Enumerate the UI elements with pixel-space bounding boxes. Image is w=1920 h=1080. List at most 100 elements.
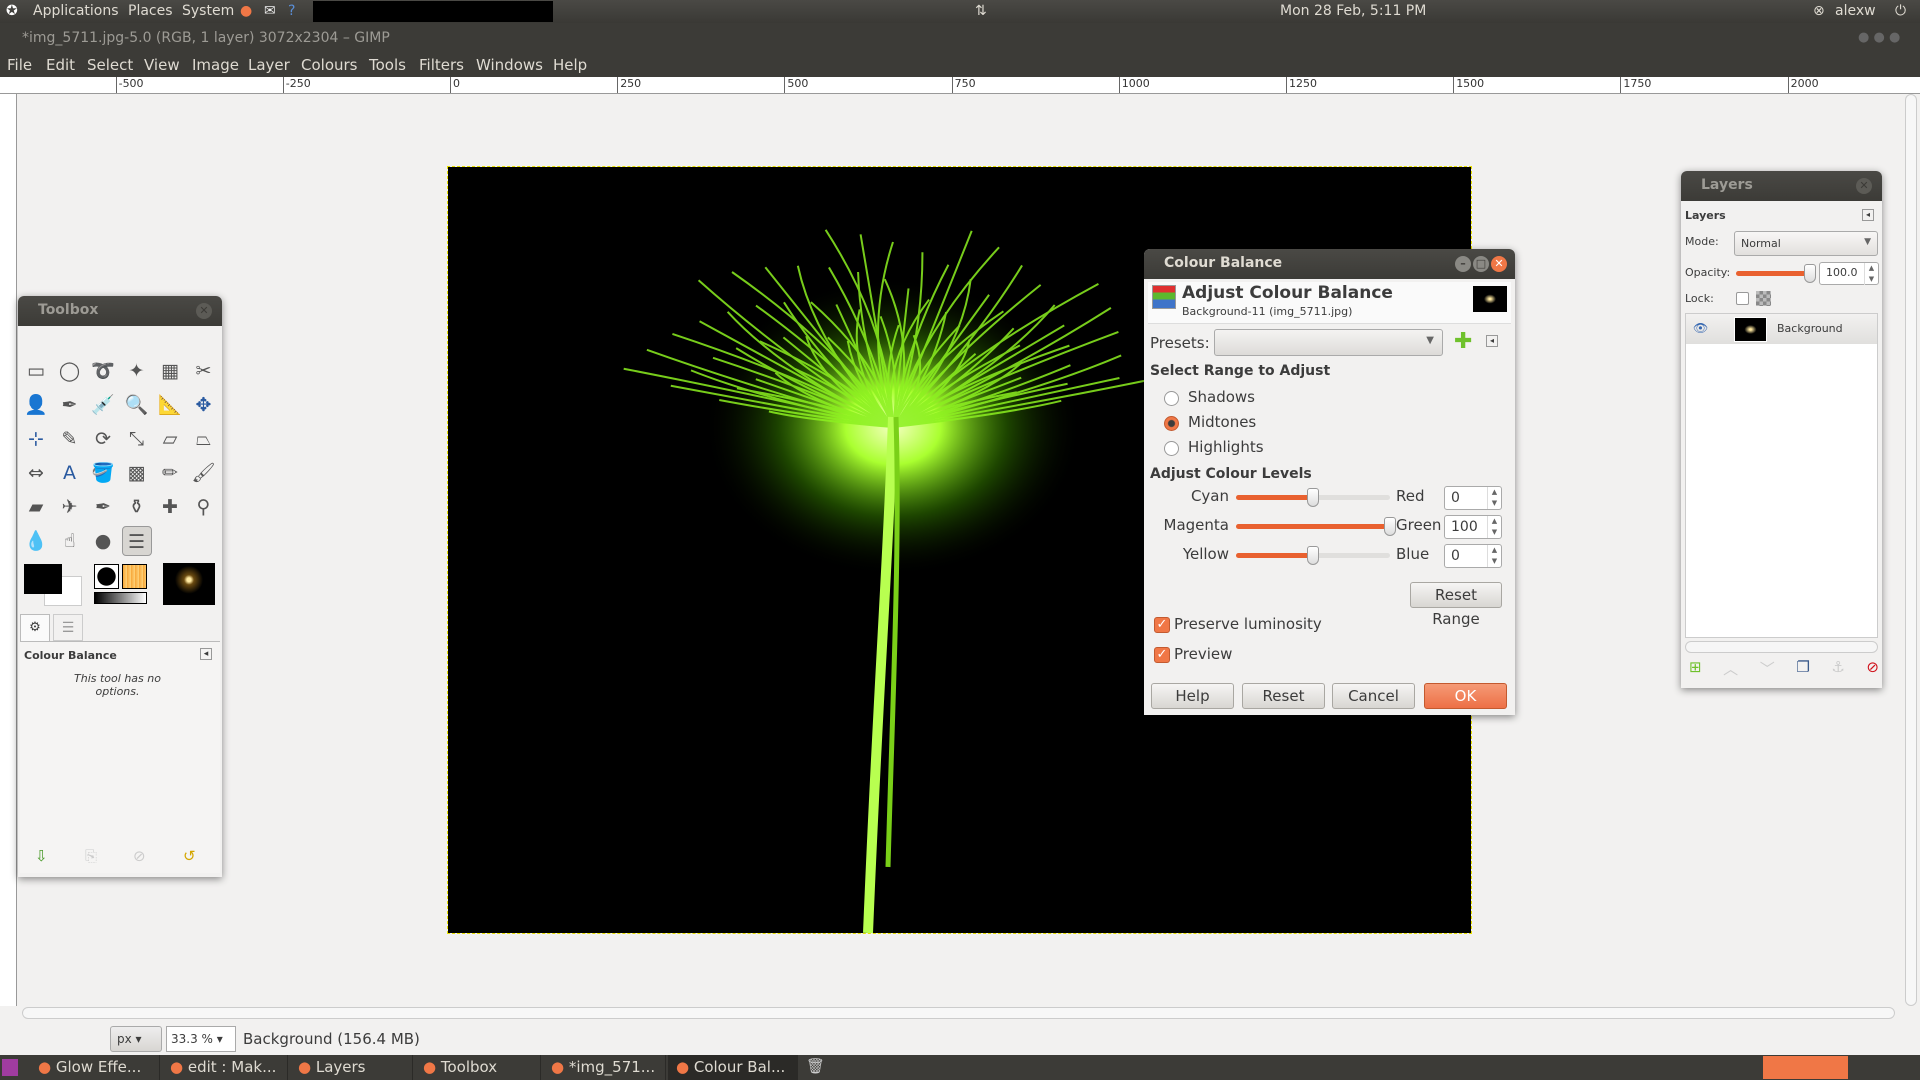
- menu-applications[interactable]: Applications: [33, 3, 119, 19]
- perspective-clone-tool-icon[interactable]: ⚲: [189, 492, 219, 522]
- window-controls[interactable]: ● ● ●: [1858, 30, 1900, 45]
- ubuntu-logo-icon[interactable]: ✪: [6, 3, 18, 19]
- cancel-button[interactable]: Cancel: [1332, 683, 1415, 709]
- dialog-titlebar[interactable]: Colour Balance – □ ✕: [1144, 249, 1515, 279]
- network-icon[interactable]: ⇅: [975, 3, 987, 19]
- menu-view[interactable]: View: [144, 56, 180, 74]
- crop-tool-icon[interactable]: ✎: [55, 424, 85, 454]
- level-slider[interactable]: [1236, 517, 1396, 536]
- zoom-combo[interactable]: 33.3 % ▾: [166, 1026, 236, 1052]
- user-name[interactable]: alexw: [1835, 3, 1876, 19]
- eraser-tool-icon[interactable]: ▰: [21, 492, 51, 522]
- taskbar-item[interactable]: ● Colour Bal...: [668, 1055, 798, 1080]
- measure-tool-icon[interactable]: 📐: [155, 390, 185, 420]
- move-tool-icon[interactable]: ✥: [189, 390, 219, 420]
- power-icon[interactable]: ⏻: [1895, 3, 1906, 19]
- reset-options-icon[interactable]: ↺: [183, 847, 196, 865]
- pattern-preview[interactable]: [122, 564, 147, 589]
- dodge-burn-tool-icon[interactable]: ●: [88, 526, 118, 556]
- clone-tool-icon[interactable]: ⚱: [122, 492, 152, 522]
- colour-picker-tool-icon[interactable]: 💉: [88, 390, 118, 420]
- maximize-icon[interactable]: □: [1473, 256, 1489, 272]
- panel-menu-icon[interactable]: ◂: [200, 648, 212, 660]
- opacity-input[interactable]: 100.0 ▲ ▼: [1819, 262, 1879, 285]
- lock-alpha-icon[interactable]: [1756, 291, 1771, 306]
- menu-layer[interactable]: Layer: [248, 56, 290, 74]
- mode-combo[interactable]: Normal ▼: [1734, 231, 1878, 256]
- menu-places[interactable]: Places: [128, 3, 173, 19]
- shear-tool-icon[interactable]: ▱: [155, 424, 185, 454]
- reset-range-button[interactable]: Reset Range: [1410, 582, 1502, 628]
- perspective-tool-icon[interactable]: ⏢: [189, 424, 219, 454]
- level-slider[interactable]: [1236, 546, 1390, 565]
- range-radio-shadows[interactable]: [1164, 391, 1179, 406]
- level-slider[interactable]: [1236, 488, 1390, 507]
- menu-windows[interactable]: Windows: [476, 56, 543, 74]
- new-layer-icon[interactable]: ⊞: [1689, 658, 1702, 679]
- scissors-tool-icon[interactable]: ✂: [189, 356, 219, 386]
- close-icon[interactable]: ✕: [196, 303, 212, 319]
- range-radio-highlights[interactable]: [1164, 441, 1179, 456]
- taskbar-item[interactable]: ● *img_571...: [543, 1055, 666, 1080]
- presets-combo[interactable]: ▼: [1214, 329, 1443, 356]
- menu-select[interactable]: Select: [87, 56, 133, 74]
- colour-balance-tool-icon[interactable]: ☰: [121, 526, 152, 556]
- rect-select-tool-icon[interactable]: ▭: [21, 356, 51, 386]
- close-icon[interactable]: ✕: [1491, 256, 1507, 272]
- unit-combo[interactable]: px ▾: [110, 1026, 162, 1052]
- layers-tab-icon[interactable]: ☰: [53, 614, 83, 641]
- vertical-scrollbar[interactable]: [1905, 94, 1917, 1006]
- bucket-fill-tool-icon[interactable]: 🪣: [88, 458, 118, 488]
- toolbox-titlebar[interactable]: Toolbox ✕: [18, 296, 222, 326]
- duplicate-layer-icon[interactable]: ❐: [1796, 658, 1809, 679]
- menu-image[interactable]: Image: [192, 56, 239, 74]
- layer-row[interactable]: 👁 Background: [1686, 314, 1877, 344]
- presets-menu-icon[interactable]: ◂: [1486, 335, 1498, 347]
- anchor-layer-icon[interactable]: ⚓: [1831, 658, 1844, 679]
- align-tool-icon[interactable]: ⊹: [21, 424, 51, 454]
- lock-pixels-checkbox[interactable]: [1736, 292, 1749, 305]
- pencil-tool-icon[interactable]: ✏: [155, 458, 185, 488]
- foreground-select-tool-icon[interactable]: 👤: [21, 390, 51, 420]
- level-value-input[interactable]: 0 ▲ ▼: [1444, 486, 1502, 510]
- ok-button[interactable]: OK: [1424, 683, 1507, 709]
- active-image-preview[interactable]: [163, 563, 215, 605]
- scale-tool-icon[interactable]: ⤡: [122, 424, 152, 454]
- status-icon[interactable]: ⊗: [1813, 3, 1825, 19]
- panel-menu-icon[interactable]: ◂: [1862, 209, 1874, 221]
- heal-tool-icon[interactable]: ✚: [155, 492, 185, 522]
- gradient-preview[interactable]: [94, 592, 147, 604]
- paths-tool-icon[interactable]: ✒: [55, 390, 85, 420]
- airbrush-tool-icon[interactable]: ✈: [55, 492, 85, 522]
- help-icon[interactable]: ?: [288, 3, 295, 19]
- workspace-switcher[interactable]: [1763, 1056, 1848, 1079]
- level-value-input[interactable]: 100 ▲ ▼: [1444, 515, 1502, 539]
- blend-tool-icon[interactable]: ▩: [122, 458, 152, 488]
- taskbar-item[interactable]: ● Glow Effe...: [30, 1055, 160, 1080]
- paintbrush-tool-icon[interactable]: 🖌: [189, 458, 219, 488]
- menu-edit[interactable]: Edit: [46, 56, 75, 74]
- select-by-colour-tool-icon[interactable]: ▦: [155, 356, 185, 386]
- menu-help[interactable]: Help: [553, 56, 587, 74]
- zoom-tool-icon[interactable]: 🔍: [122, 390, 152, 420]
- minimize-icon[interactable]: –: [1455, 256, 1471, 272]
- show-desktop-icon[interactable]: [2, 1059, 18, 1076]
- tool-options-tab[interactable]: ⚙: [20, 614, 50, 641]
- ellipse-select-tool-icon[interactable]: ◯: [55, 356, 85, 386]
- menu-system[interactable]: System: [182, 3, 234, 19]
- free-select-tool-icon[interactable]: ➰: [88, 356, 118, 386]
- fuzzy-select-tool-icon[interactable]: ✦: [122, 356, 152, 386]
- vertical-ruler[interactable]: [0, 94, 17, 1006]
- level-value-input[interactable]: 0 ▲ ▼: [1444, 544, 1502, 568]
- preserve-luminosity-checkbox[interactable]: ✓: [1154, 617, 1170, 633]
- flip-tool-icon[interactable]: ⇔: [21, 458, 51, 488]
- menu-tools[interactable]: Tools: [369, 56, 406, 74]
- mail-icon[interactable]: ✉: [264, 3, 276, 19]
- taskbar-item[interactable]: ● edit : Mak...: [162, 1055, 288, 1080]
- taskbar-item[interactable]: ● Toolbox: [415, 1055, 541, 1080]
- trash-icon[interactable]: 🗑: [806, 1057, 825, 1075]
- lower-layer-icon[interactable]: ﹀: [1760, 658, 1775, 679]
- visibility-eye-icon[interactable]: 👁: [1693, 321, 1708, 335]
- menu-filters[interactable]: Filters: [419, 56, 464, 74]
- ink-tool-icon[interactable]: ✒: [88, 492, 118, 522]
